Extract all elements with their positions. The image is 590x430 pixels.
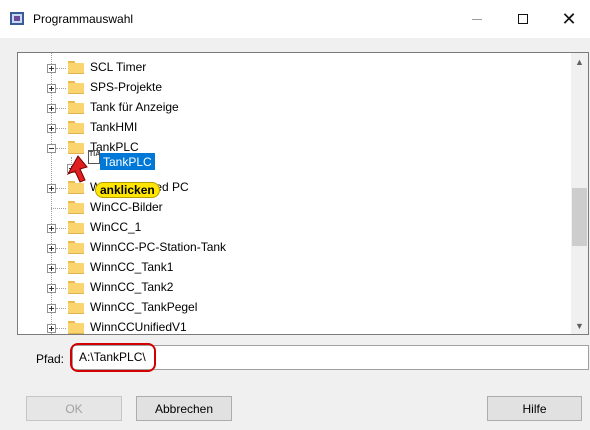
tree-item[interactable]: WinnCC_TankPegel [18,298,568,318]
red-arrow-cursor-icon [66,155,88,183]
expand-icon[interactable] [47,264,56,273]
folder-icon [68,101,84,114]
title-bar: Programmauswahl ✕ [0,0,590,38]
tree-item-label: Tank für Anzeige [90,100,179,114]
app-icon [10,12,24,25]
help-button[interactable]: Hilfe [487,396,582,421]
maximize-button[interactable] [500,0,546,38]
collapse-icon[interactable] [47,144,56,153]
tree-item[interactable]: WinCC_1 [18,218,568,238]
expand-icon[interactable] [47,84,56,93]
minimize-button[interactable] [454,0,500,38]
tree-item-label: WinCC_1 [90,220,142,234]
tree-item[interactable]: WinnCC_Tank1 [18,258,568,278]
expand-icon[interactable] [47,324,56,333]
tree-item[interactable]: WinnCC_Tank2 [18,278,568,298]
tree-item[interactable]: TankHMI [18,118,568,138]
close-icon: ✕ [561,9,577,29]
scroll-up-icon[interactable]: ▲ [571,53,588,70]
folder-icon [68,81,84,94]
vertical-scrollbar[interactable]: ▲ ▼ [571,53,588,334]
expand-icon[interactable] [47,124,56,133]
tree-item-label: WinnCC_Tank2 [90,280,174,294]
tree-item-label: WinnCC_Tank1 [90,260,174,274]
tree-item[interactable]: WinnCCUnifiedV1 [18,318,568,334]
folder-icon [68,61,84,74]
selected-tree-item-label[interactable]: TankPLC [100,153,155,170]
folder-icon [68,241,84,254]
maximize-icon [518,14,528,24]
expand-icon[interactable] [47,304,56,313]
tree-item-label: WinCC-Bilder [90,200,163,214]
tree-item[interactable]: SPS-Projekte [18,78,568,98]
minimize-icon [472,18,482,20]
tree-item[interactable]: Tank für Anzeige [18,98,568,118]
folder-icon [68,301,84,314]
expand-icon[interactable] [47,224,56,233]
scroll-down-icon[interactable]: ▼ [571,317,588,334]
folder-icon [68,221,84,234]
tree-item[interactable]: SCL Timer [18,58,568,78]
expand-icon[interactable] [47,244,56,253]
folder-icon [68,121,84,134]
cancel-button[interactable]: Abbrechen [136,396,232,421]
folder-icon [68,201,84,214]
folder-icon [68,321,84,334]
tree-item-label: SCL Timer [90,60,147,74]
scroll-thumb[interactable] [572,188,587,246]
expand-icon[interactable] [47,104,56,113]
path-highlight-marker [70,343,156,372]
folder-icon [68,281,84,294]
window-title: Programmauswahl [33,12,134,26]
folder-icon [68,261,84,274]
tree-item-label: WinnCC-PC-Station-Tank [90,240,227,254]
folder-open-icon [68,141,84,154]
path-label: Pfad: [36,352,65,366]
tree-item-label: WinnCC_TankPegel [90,300,198,314]
close-button[interactable]: ✕ [546,0,590,38]
ok-button[interactable]: OK [26,396,122,421]
expand-icon[interactable] [47,64,56,73]
tree-item-label: SPS-Projekte [90,80,163,94]
tree-item-label: WinnCCUnifiedV1 [90,320,187,334]
annotation-label: anklicken [95,182,160,198]
tree-item-label: TankHMI [90,120,138,134]
tree-item[interactable]: WinCC-Bilder [18,198,568,218]
expand-icon[interactable] [47,284,56,293]
tree-item[interactable]: WinnCC-PC-Station-Tank [18,238,568,258]
expand-icon[interactable] [47,184,56,193]
